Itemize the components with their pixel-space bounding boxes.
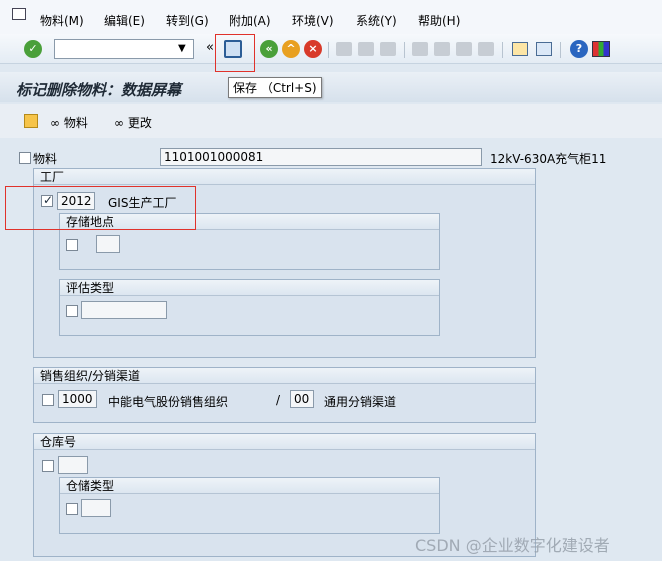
channel-separator: / — [276, 393, 281, 407]
valuation-type-field — [81, 301, 167, 319]
save-highlight-box — [215, 34, 255, 72]
warehouse-checkbox[interactable] — [42, 460, 54, 472]
menu-help[interactable]: 帮助(H) — [418, 12, 460, 29]
select-all-icon[interactable] — [24, 114, 38, 128]
enter-check-icon[interactable]: ✓ — [24, 40, 42, 58]
page-title: 标记删除物料：数据屏幕 — [16, 81, 182, 99]
sales-org-checkbox[interactable] — [42, 394, 54, 406]
change-button-label: 更改 — [127, 116, 152, 130]
toolbar-separator — [502, 42, 503, 58]
prev-page-icon[interactable] — [434, 42, 450, 56]
title-bar: 标记删除物料：数据屏幕 保存 （Ctrl+S) — [0, 72, 662, 102]
material-button-label: 物料 — [63, 116, 88, 130]
collapse-icon[interactable]: « — [206, 40, 214, 55]
chevron-down-icon[interactable]: ▼ — [178, 43, 186, 54]
storage-type-field — [81, 499, 111, 517]
storage-type-checkbox[interactable] — [66, 503, 78, 515]
menu-goto[interactable]: 转到(G) — [166, 12, 209, 29]
warehouse-field — [58, 456, 88, 474]
menu-icon[interactable] — [12, 8, 26, 20]
storage-location-checkbox[interactable] — [66, 239, 78, 251]
menu-bar: 物料(M) 编辑(E) 转到(G) 附加(A) 环境(V) 系统(Y) 帮助(H… — [0, 0, 662, 34]
material-number-field: 1101001000081 — [160, 148, 482, 166]
layout-menu-icon[interactable] — [592, 41, 610, 57]
sales-org-title: 销售组织/分销渠道 — [34, 368, 535, 384]
command-field[interactable] — [54, 39, 194, 59]
distribution-channel-name: 通用分销渠道 — [324, 395, 397, 409]
sales-org-group: 销售组织/分销渠道 1000 中能电气股份销售组织 / 00 通用分销渠道 — [33, 367, 536, 423]
menu-system[interactable]: 系统(Y) — [356, 12, 397, 29]
application-toolbar: ∞ 物料 ∞ 更改 — [0, 104, 662, 138]
warehouse-title: 仓库号 — [34, 434, 535, 450]
standard-toolbar: ✓ ▼ « « ^ × ? — [0, 34, 662, 72]
toolbar-separator — [328, 42, 329, 58]
material-checkbox[interactable] — [19, 152, 31, 164]
watermark: CSDN @企业数字化建设者 — [415, 536, 610, 555]
exit-icon[interactable]: ^ — [282, 40, 300, 58]
storage-type-title: 仓储类型 — [60, 478, 439, 494]
plant-highlight-box — [5, 186, 196, 230]
next-page-icon[interactable] — [456, 42, 472, 56]
valuation-type-group: 评估类型 — [59, 279, 440, 336]
toolbar-separator — [560, 42, 561, 58]
sales-org-name: 中能电气股份销售组织 — [108, 395, 229, 409]
last-page-icon[interactable] — [478, 42, 494, 56]
menu-edit[interactable]: 编辑(E) — [104, 12, 145, 29]
cancel-icon[interactable]: × — [304, 40, 322, 58]
print-icon[interactable] — [336, 42, 352, 56]
material-label: 物料 — [33, 152, 58, 166]
new-session-icon[interactable] — [512, 42, 528, 56]
material-description: 12kV-630A充气柜11 — [490, 152, 607, 166]
menu-material[interactable]: 物料(M) — [40, 12, 84, 29]
valuation-type-title: 评估类型 — [60, 280, 439, 296]
storage-location-field — [96, 235, 120, 253]
material-button[interactable]: ∞ 物料 — [50, 114, 88, 131]
distribution-channel-field: 00 — [290, 390, 314, 408]
sales-org-code-field: 1000 — [58, 390, 97, 408]
menu-environment[interactable]: 环境(V) — [292, 12, 334, 29]
help-icon[interactable]: ? — [570, 40, 588, 58]
shortcut-icon[interactable] — [536, 42, 552, 56]
change-button[interactable]: ∞ 更改 — [114, 114, 152, 131]
storage-type-group: 仓储类型 — [59, 477, 440, 534]
valuation-type-checkbox[interactable] — [66, 305, 78, 317]
first-page-icon[interactable] — [412, 42, 428, 56]
back-icon[interactable]: « — [260, 40, 278, 58]
plant-group-title: 工厂 — [34, 169, 535, 185]
find-icon[interactable] — [358, 42, 374, 56]
save-tooltip: 保存 （Ctrl+S) — [228, 77, 322, 98]
glasses-icon: ∞ — [50, 116, 60, 130]
find-next-icon[interactable] — [380, 42, 396, 56]
menu-extras[interactable]: 附加(A) — [229, 12, 271, 29]
glasses-icon: ∞ — [114, 116, 124, 130]
toolbar-separator — [404, 42, 405, 58]
